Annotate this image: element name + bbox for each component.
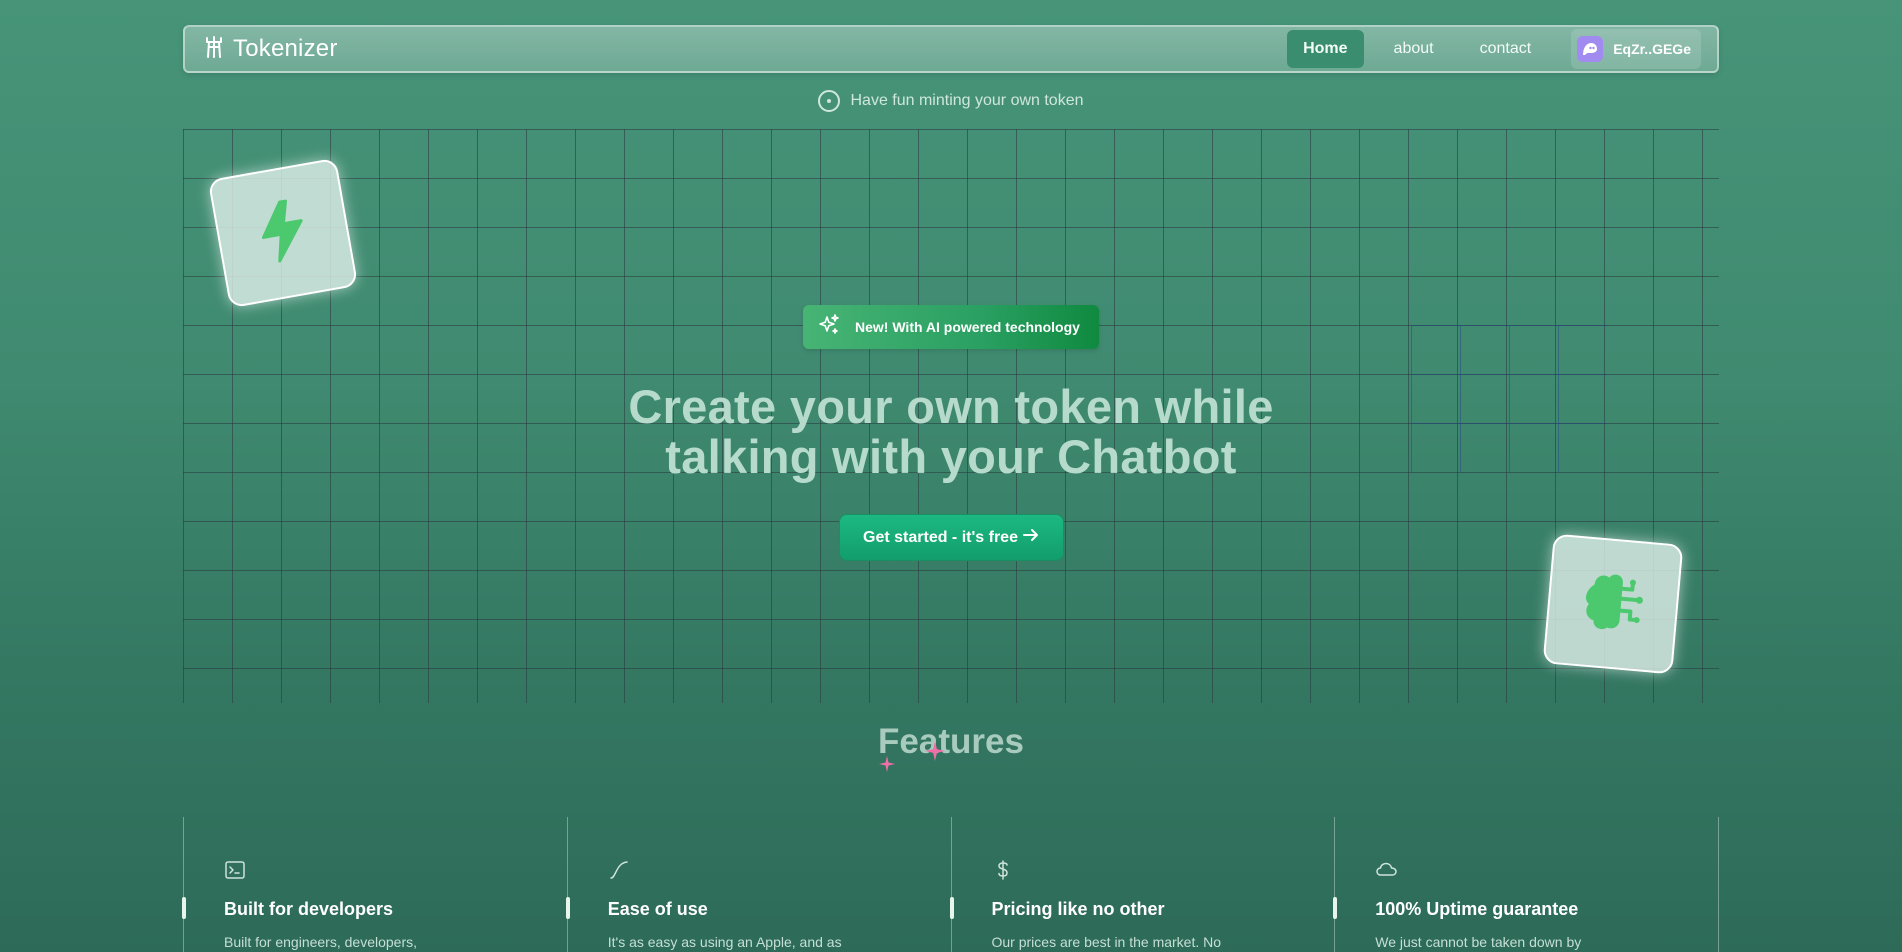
cloud-icon — [1375, 859, 1718, 881]
sparkle-icon — [879, 756, 895, 777]
nav-about-link[interactable]: about — [1378, 30, 1450, 68]
tagline-text: Have fun minting your own token — [850, 92, 1084, 109]
hero-title: Create your own token while talking with… — [0, 382, 1902, 482]
feature-card: Built for developers Built for engineers… — [182, 817, 567, 952]
feature-description: We just cannot be taken down by — [1375, 934, 1582, 950]
curve-icon — [608, 859, 951, 881]
dot-circle-icon — [818, 90, 841, 112]
feature-title: 100% Uptime guarantee — [1375, 899, 1579, 919]
wallet-address: EqZr..GEGe — [1613, 41, 1691, 57]
navbar: Tokenizer Home about contact EqZr..GEGe — [183, 25, 1719, 73]
dollar-icon — [992, 859, 1335, 881]
features-title: Features — [878, 722, 1024, 761]
lightning-icon — [250, 195, 317, 271]
ai-badge: New! With AI powered technology — [803, 305, 1099, 349]
brain-card — [1542, 533, 1684, 675]
arrow-right-icon — [1018, 526, 1040, 549]
feature-description: It's as easy as using an Apple, and as — [607, 934, 842, 950]
get-started-button[interactable]: Get started - it's free — [839, 514, 1064, 561]
tagline: Have fun minting your own token — [0, 90, 1902, 112]
feature-title: Ease of use — [607, 899, 708, 919]
feature-accent-bar — [182, 897, 186, 919]
feature-card: Ease of use It's as easy as using an App… — [565, 817, 951, 952]
wallet-button[interactable]: EqZr..GEGe — [1571, 29, 1701, 69]
nav-home-link[interactable]: Home — [1287, 30, 1364, 68]
nav-links: Home about contact EqZr..GEGe — [1273, 27, 1717, 71]
terminal-icon — [224, 859, 567, 881]
lightning-card — [207, 157, 359, 309]
get-started-label: Get started - it's free — [863, 528, 1018, 546]
nav-contact-link[interactable]: contact — [1464, 30, 1548, 68]
feature-title: Pricing like no other — [991, 899, 1165, 919]
feature-card: 100% Uptime guarantee We just cannot be … — [1333, 817, 1719, 952]
sparkle-icon — [925, 741, 945, 766]
features-list: Built for developers Built for engineers… — [182, 817, 1719, 952]
feature-title: Built for developers — [224, 899, 394, 919]
brand-name: Tokenizer — [233, 35, 338, 62]
feature-accent-bar — [949, 897, 954, 919]
sparkles-icon — [817, 313, 841, 342]
feature-card: Pricing like no other Our prices are bes… — [949, 817, 1335, 952]
tower-icon — [203, 35, 225, 64]
brain-icon — [1576, 567, 1650, 642]
hero-title-line-1: Create your own token while — [628, 380, 1274, 433]
phantom-wallet-icon — [1577, 36, 1604, 62]
hero-title-line-2: talking with your Chatbot — [665, 430, 1237, 483]
badge-text: New! With AI powered technology — [855, 319, 1080, 335]
feature-accent-bar — [1333, 897, 1338, 919]
feature-description: Our prices are best in the market. No — [991, 934, 1222, 950]
feature-accent-bar — [565, 897, 570, 919]
brand[interactable]: Tokenizer — [203, 35, 338, 64]
feature-description: Built for engineers, developers, — [224, 934, 417, 950]
